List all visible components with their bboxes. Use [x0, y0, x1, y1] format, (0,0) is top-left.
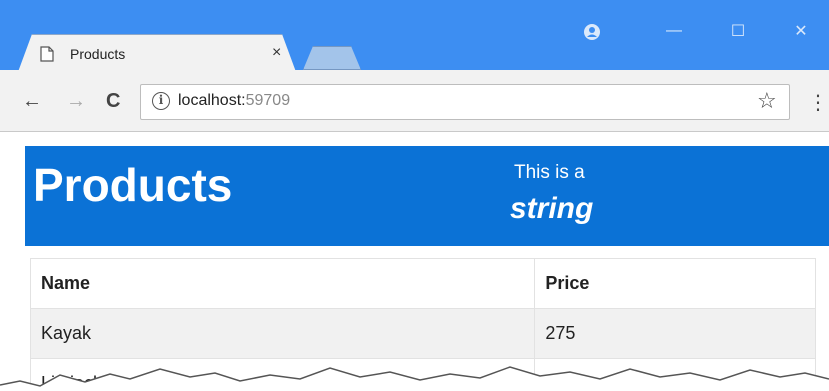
column-header-name: Name: [29, 258, 536, 309]
tab-title: Products: [70, 46, 126, 62]
url-host: localhost:: [178, 92, 246, 109]
header-note: This is a: [514, 162, 585, 183]
maximize-button[interactable]: ☐: [727, 20, 749, 42]
tab-close-icon[interactable]: ×: [272, 44, 281, 62]
url-port: 59709: [245, 92, 291, 109]
page-icon: [40, 46, 54, 62]
table-row: Kayak 275: [29, 308, 816, 359]
profile-icon[interactable]: [582, 22, 602, 42]
torn-edge-decoration: [0, 366, 829, 391]
column-header-price: Price: [534, 258, 816, 309]
new-tab-button[interactable]: [303, 46, 361, 70]
back-icon[interactable]: ←: [22, 90, 42, 113]
url-text: localhost:59709: [178, 92, 290, 110]
reload-icon[interactable]: C: [106, 90, 120, 113]
browser-tab[interactable]: [18, 34, 296, 72]
bookmark-star-icon[interactable]: ☆: [757, 88, 777, 114]
cell-name: Kayak: [29, 308, 536, 359]
table-header-row: Name Price: [29, 258, 816, 309]
cell-price: 275: [534, 308, 816, 359]
header-emphasis: string: [510, 192, 594, 225]
minimize-button[interactable]: —: [663, 20, 685, 42]
close-button[interactable]: ✕: [790, 20, 812, 42]
page-title: Products: [33, 159, 233, 211]
forward-icon[interactable]: →: [66, 90, 86, 113]
info-icon[interactable]: i: [152, 92, 170, 110]
menu-icon[interactable]: ⋮: [808, 90, 828, 115]
